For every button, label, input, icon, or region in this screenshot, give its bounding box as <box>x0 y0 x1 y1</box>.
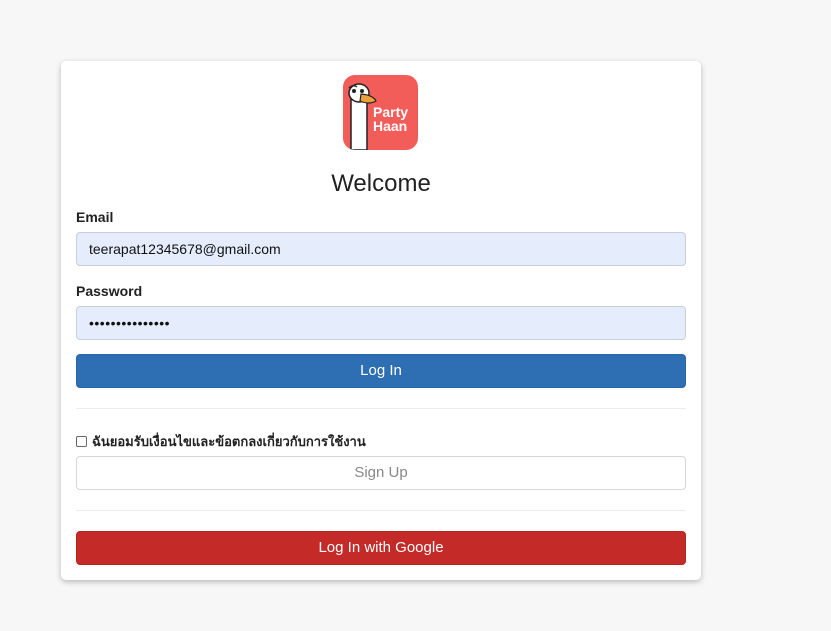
password-label: Password <box>76 283 143 299</box>
terms-label[interactable]: ฉันยอมรับเงื่อนไขและข้อตกลงเกี่ยวกับการใ… <box>92 431 366 452</box>
google-login-button[interactable]: Log In with Google <box>76 531 686 565</box>
party-haan-logo: Party Haan <box>343 75 418 150</box>
divider <box>76 408 686 409</box>
terms-row: ฉันยอมรับเงื่อนไขและข้อตกลงเกี่ยวกับการใ… <box>76 433 366 449</box>
email-label: Email <box>76 209 114 225</box>
login-button[interactable]: Log In <box>76 354 686 388</box>
page-title: Welcome <box>331 170 431 197</box>
signup-button[interactable]: Sign Up <box>76 456 686 490</box>
password-field[interactable]: ••••••••••••••• <box>76 306 686 340</box>
divider <box>76 510 686 511</box>
terms-checkbox[interactable] <box>76 435 87 447</box>
logo-text-line2: Haan <box>373 118 407 134</box>
login-card: Party Haan Welcome Email teerapat1234567… <box>61 61 701 580</box>
email-field[interactable]: teerapat12345678@gmail.com <box>76 232 686 266</box>
